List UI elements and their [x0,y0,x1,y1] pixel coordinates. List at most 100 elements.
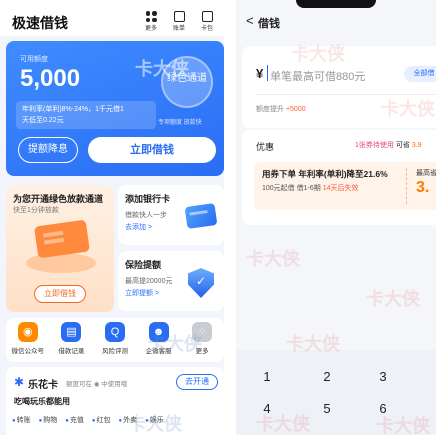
service-label: 微信公众号 [11,348,45,355]
credit-card-panel: 可用额度 5,000 年利率(单利)8%-24%，1千元借1 天低至0.22元 … [6,41,224,176]
coupon-available[interactable]: 1张券待使用 可省 3.9 [355,140,422,150]
more-icon [145,11,157,22]
coupon-expiry: 14天后失效 [322,185,359,192]
header: < 借钱 [236,0,436,40]
key-6[interactable]: 6 [354,394,412,424]
service-label: 企微客服 [145,348,172,355]
wechat-icon: ◉ [17,322,38,342]
records-icon: ▤ [61,322,82,342]
more-button[interactable]: 更多 [140,11,162,32]
currency-symbol: ¥ [256,66,264,81]
borrow-now-button[interactable]: 立即借钱 [88,137,216,163]
service-label: 更多 [195,348,209,355]
coupon-title: 优惠 [256,142,275,152]
limit-raise: 额度提升 +5000 [256,104,306,114]
coupon-max-value: 3. [416,179,430,196]
risk-icon: Q [104,322,125,342]
back-icon[interactable]: < [246,13,254,28]
tile-subtitle: 最高提20000元 [125,278,173,285]
lehua-name: 乐花卡 [28,380,58,391]
service-label: 借款记录 [58,348,85,355]
coupon-terms: 100元起借 借1-6期 14天后失效 [262,183,358,193]
quota-note: 专项额度 放款快 [158,120,202,126]
category-item[interactable]: 红包 [92,415,111,425]
support-icon: ☻ [148,322,169,342]
tile-subtitle: 借款快人一步 [125,212,167,219]
green-channel-tile[interactable]: 为您开通绿色放款通道 快至1分钟放款 立即借钱 [6,185,114,312]
amount-input-card: ¥ 单笔最高可借880元 全部借 额度提升 +5000 [242,46,436,128]
input-caret [267,65,268,81]
service-more[interactable]: ⁘ 更多 [182,322,222,362]
green-channel-label: 绿色通道 [167,73,207,84]
ticket-icon [34,219,90,259]
bill-label: 账单 [172,26,185,32]
more-label: 更多 [144,26,157,32]
coupon-terms-text: 100元起借 借1-6期 [262,185,323,192]
category-item[interactable]: 购物 [39,415,57,425]
header: 极速借钱 更多 账单 卡包 [0,0,224,36]
grid-icon: ⁘ [192,322,213,342]
service-wechat[interactable]: ◉ 微信公众号 [8,322,48,362]
tile-subtitle: 快至1分钟放款 [13,207,59,214]
bank-card-icon [184,203,218,229]
wallet-label: 卡包 [200,26,213,32]
category-item[interactable]: 娱乐 [145,415,164,425]
raise-limit-button[interactable]: 提额降息 [18,137,78,163]
limit-raise-label: 额度提升 [256,106,284,113]
service-label: 风险评测 [101,348,128,355]
coupon-save-label: 可省 [395,142,410,149]
watermark: 卡大侠 [246,249,300,269]
tile-title: 保险提额 [125,260,162,270]
service-support[interactable]: ☻ 企微客服 [139,322,179,362]
coupon-separator [406,168,407,204]
available-amount: 5,000 [20,65,81,92]
bill-icon [173,11,185,22]
key-1[interactable]: 1 [238,362,296,392]
coupon-item[interactable]: 用券下单 年利率(单利)降至21.6% 100元起借 借1-6期 14天后失效 … [254,162,436,210]
key-3[interactable]: 3 [354,362,412,392]
raise-link[interactable]: 立即提额 > [125,288,159,298]
tile-borrow-button[interactable]: 立即借钱 [34,285,86,303]
podium-graphic [26,253,96,273]
borrow-all-button[interactable]: 全部借 [404,66,436,82]
key-5[interactable]: 5 [298,394,356,424]
coupon-save-value: 3.9 [411,142,422,149]
watermark: 卡大侠 [366,289,420,309]
limit-raise-value: +5000 [285,106,306,113]
service-risk[interactable]: Q 风险评测 [95,322,135,362]
category-item[interactable]: 充值 [65,415,84,425]
bill-button[interactable]: 账单 [168,11,190,32]
rate-line-1: 年利率(单利)8%-24%，1千元借1 [22,106,124,113]
lehua-categories: 转账 购物 充值 红包 外卖 娱乐 [12,415,164,425]
wallet-icon [201,11,213,22]
tile-title: 添加银行卡 [125,194,171,204]
divider [256,94,436,95]
key-4[interactable]: 4 [238,394,296,424]
available-label: 可用额度 [20,56,48,63]
lehua-card-section: ✱ 乐花卡 额度可在 ◉ 中使用哦 去开通 吃喝玩乐都能用 转账 购物 充值 红… [6,367,224,435]
numeric-keypad: 1 2 3 4 5 6 [236,350,436,435]
amount-input[interactable]: 单笔最高可借880元 [270,68,365,84]
left-screen: 极速借钱 更多 账单 卡包 可用额度 5,000 年利率(单利)8%-24%，1… [0,0,224,435]
service-records[interactable]: ▤ 借款记录 [51,322,91,362]
add-bank-card-tile[interactable]: 添加银行卡 借款快人一步 去添加 > [118,185,224,245]
lehua-star-icon: ✱ [14,375,25,389]
insurance-tile[interactable]: 保险提额 最高提20000元 立即提额 > [118,251,224,311]
page-title: 借钱 [258,18,280,30]
page-title: 极速借钱 [12,15,68,31]
coupon-available-text: 1张券待使用 [355,142,394,149]
lehua-slogan: 吃喝玩乐都能用 [14,397,70,406]
service-row: ◉ 微信公众号 ▤ 借款记录 Q 风险评测 ☻ 企微客服 ⁘ 更多 [6,318,224,362]
rate-line-2: 天低至0.22元 [22,117,64,124]
shield-icon [188,268,214,298]
category-item[interactable]: 转账 [12,415,31,425]
open-button[interactable]: 去开通 [176,374,218,390]
wallet-button[interactable]: 卡包 [196,11,218,32]
category-item[interactable]: 外卖 [119,415,137,425]
tile-title: 为您开通绿色放款通道 [13,194,104,204]
rate-info: 年利率(单利)8%-24%，1千元借1 天低至0.22元 [16,101,156,129]
add-link[interactable]: 去添加 > [125,222,152,232]
key-2[interactable]: 2 [298,362,356,392]
coupon-max-label: 最高省 [416,170,436,177]
green-channel-badge[interactable]: 绿色通道 [161,56,213,108]
